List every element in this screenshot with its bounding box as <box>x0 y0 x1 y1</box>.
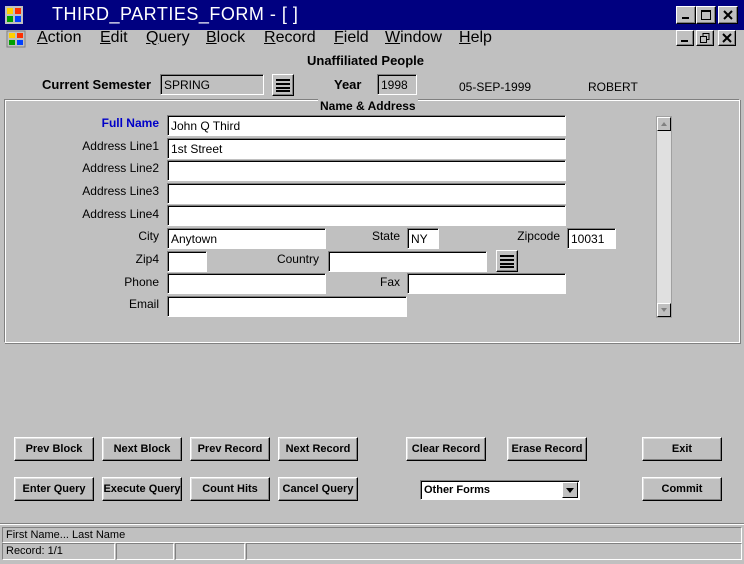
address4-input[interactable] <box>167 205 566 226</box>
cancel-query-button[interactable]: Cancel Query <box>278 477 358 501</box>
maximize-icon <box>701 10 711 20</box>
scroll-up-button[interactable] <box>657 117 671 131</box>
form-title: Unaffiliated People <box>307 53 425 68</box>
menu-edit[interactable]: Edit <box>100 30 128 46</box>
phone-input[interactable] <box>167 273 326 294</box>
mdi-app-icon[interactable] <box>6 30 26 51</box>
city-input[interactable]: Anytown <box>167 228 326 249</box>
restore-icon <box>700 33 710 43</box>
list-icon <box>500 255 514 268</box>
count-hits-button[interactable]: Count Hits <box>190 477 270 501</box>
minimize-button[interactable] <box>676 6 696 24</box>
list-icon <box>276 79 290 92</box>
maximize-button[interactable] <box>696 6 716 24</box>
close-button[interactable] <box>718 6 738 24</box>
arrow-up-icon <box>661 122 667 126</box>
menu-block[interactable]: Block <box>206 30 245 46</box>
state-label: State <box>371 229 400 243</box>
status-separator <box>0 523 744 525</box>
address1-input[interactable]: 1st Street <box>167 138 566 159</box>
status-cell-2 <box>116 543 174 560</box>
next-block-button[interactable]: Next Block <box>102 437 182 461</box>
email-input[interactable] <box>167 296 407 317</box>
address1-label: Address Line1 <box>82 139 159 153</box>
dropdown-button[interactable] <box>562 482 578 498</box>
email-label: Email <box>128 297 159 311</box>
section-title: Name & Address <box>318 99 418 113</box>
address3-input[interactable] <box>167 183 566 204</box>
zipcode-input[interactable]: 10031 <box>567 228 616 249</box>
full-name-input[interactable]: John Q Third <box>167 115 566 136</box>
enter-query-button[interactable]: Enter Query <box>14 477 94 501</box>
child-minimize-button[interactable] <box>676 30 694 46</box>
current-date: 05-SEP-1999 <box>459 80 532 94</box>
full-name-label: Full Name <box>101 116 159 130</box>
menu-help[interactable]: Help <box>459 30 492 46</box>
exit-button[interactable]: Exit <box>642 437 722 461</box>
semester-field[interactable]: SPRING <box>160 74 264 95</box>
arrow-down-icon <box>661 308 667 312</box>
commit-button[interactable]: Commit <box>642 477 722 501</box>
erase-record-button[interactable]: Erase Record <box>507 437 587 461</box>
prev-block-button[interactable]: Prev Block <box>14 437 94 461</box>
address2-label: Address Line2 <box>82 161 159 175</box>
menu-bar: Action Edit Query Block Record Field Win… <box>0 30 744 50</box>
menu-field[interactable]: Field <box>334 30 369 46</box>
phone-label: Phone <box>124 275 159 289</box>
close-icon <box>723 10 733 20</box>
year-label: Year <box>334 77 362 92</box>
fax-label: Fax <box>379 275 400 289</box>
window-title: THIRD_PARTIES_FORM - [ ] <box>52 4 299 24</box>
other-forms-select[interactable]: Other Forms <box>420 480 580 500</box>
country-label: Country <box>276 252 319 266</box>
status-cell-3 <box>175 543 245 560</box>
execute-query-button[interactable]: Execute Query <box>102 477 182 501</box>
chevron-down-icon <box>566 487 574 493</box>
child-restore-button[interactable] <box>696 30 714 46</box>
app-icon[interactable] <box>4 5 24 25</box>
zip4-input[interactable] <box>167 251 207 272</box>
record-scrollbar[interactable] <box>656 116 672 318</box>
prev-record-button[interactable]: Prev Record <box>190 437 270 461</box>
semester-label: Current Semester <box>42 77 152 92</box>
minimize-icon <box>682 17 689 19</box>
year-field[interactable]: 1998 <box>377 74 417 95</box>
country-lov-button[interactable] <box>496 250 518 272</box>
address4-label: Address Line4 <box>82 207 159 221</box>
city-label: City <box>138 229 159 243</box>
clear-record-button[interactable]: Clear Record <box>406 437 486 461</box>
address2-input[interactable] <box>167 160 566 181</box>
country-input[interactable] <box>328 251 487 272</box>
next-record-button[interactable]: Next Record <box>278 437 358 461</box>
zip4-label: Zip4 <box>135 252 159 266</box>
scroll-down-button[interactable] <box>657 303 671 317</box>
address3-label: Address Line3 <box>82 184 159 198</box>
status-cell-4 <box>246 543 742 560</box>
menu-query[interactable]: Query <box>146 30 190 46</box>
semester-lov-button[interactable] <box>272 74 294 96</box>
child-close-button[interactable] <box>718 30 736 46</box>
minimize-icon <box>681 40 688 42</box>
close-icon <box>722 33 732 43</box>
menu-record[interactable]: Record <box>264 30 316 46</box>
menu-window[interactable]: Window <box>385 30 442 46</box>
fax-input[interactable] <box>407 273 566 294</box>
state-input[interactable]: NY <box>407 228 439 249</box>
zipcode-label: Zipcode <box>517 229 560 243</box>
other-forms-value: Other Forms <box>424 484 491 496</box>
record-indicator: Record: 1/1 <box>2 543 115 560</box>
current-user: ROBERT <box>588 80 638 94</box>
menu-action[interactable]: Action <box>37 30 81 46</box>
title-bar[interactable]: THIRD_PARTIES_FORM - [ ] <box>0 0 744 30</box>
status-hint: First Name... Last Name <box>2 527 742 543</box>
